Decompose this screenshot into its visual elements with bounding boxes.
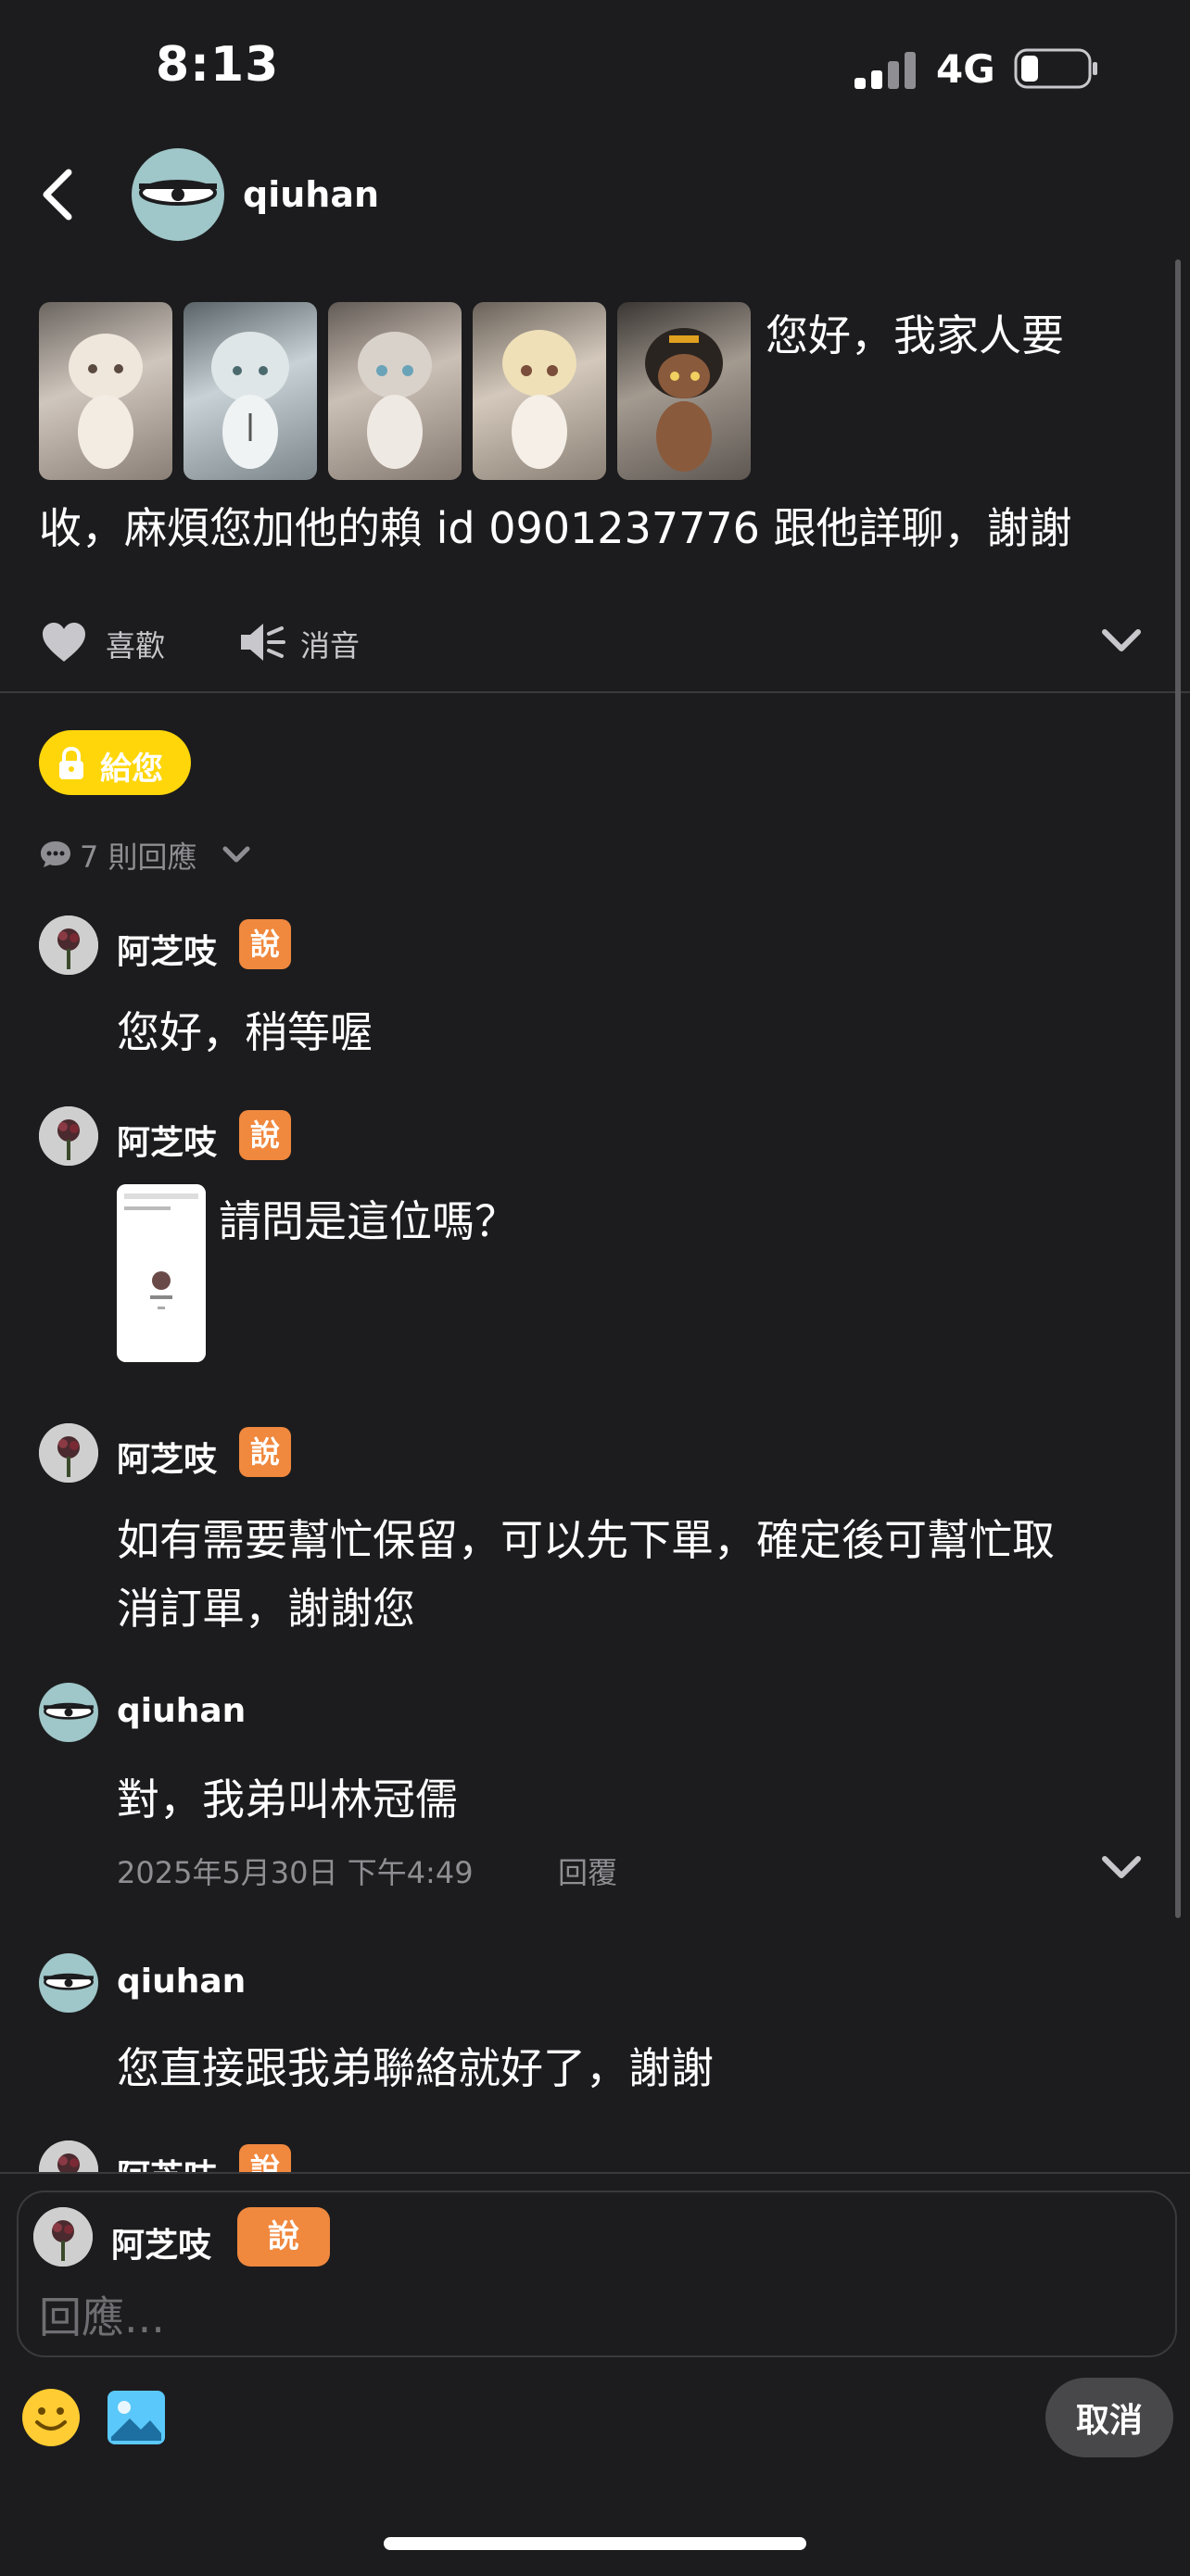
- speaker-mute-icon[interactable]: [237, 619, 285, 665]
- chevron-down-icon[interactable]: [1101, 1853, 1142, 1883]
- like-label[interactable]: 喜歡: [106, 623, 165, 665]
- comment-avatar[interactable]: [39, 1106, 98, 1166]
- comment-avatar[interactable]: [39, 915, 98, 975]
- comment-author[interactable]: 阿芝吱: [117, 1116, 217, 1164]
- comment-text: 您直接跟我弟聯絡就好了，謝謝: [117, 2043, 714, 2093]
- cancel-button[interactable]: 取消: [1045, 2378, 1173, 2457]
- comment-timestamp: 2025年5月30日 下午4:49: [117, 1855, 474, 1890]
- comment-text: 您好，稍等喔: [117, 1007, 373, 1057]
- comment-author[interactable]: qiuhan: [117, 1963, 246, 2001]
- role-badge: 說: [239, 1427, 291, 1477]
- home-indicator: [384, 2537, 806, 2550]
- header-username[interactable]: qiuhan: [243, 174, 379, 215]
- post-text-line2: 收，麻煩您加他的賴 id 0901237776 跟他詳聊，謝謝: [39, 503, 1072, 553]
- comment-author[interactable]: 阿芝吱: [117, 925, 217, 973]
- comment-author[interactable]: 阿芝吱: [117, 1433, 217, 1481]
- divider: [0, 691, 1190, 693]
- post-image-2[interactable]: [184, 302, 317, 480]
- composer-avatar: [33, 2207, 93, 2267]
- reply-link[interactable]: 回覆: [558, 1850, 617, 1892]
- comment-text: 請問是這位嗎？: [219, 1196, 517, 1246]
- chevron-down-icon[interactable]: [222, 845, 250, 865]
- network-type: 4G: [936, 46, 995, 92]
- eye-avatar-icon: [44, 1702, 94, 1720]
- post-image-5[interactable]: [617, 302, 751, 480]
- post-image-4[interactable]: [473, 302, 606, 480]
- heart-icon[interactable]: [41, 621, 87, 663]
- comment-avatar[interactable]: [39, 1423, 98, 1483]
- post-image-3[interactable]: [328, 302, 462, 480]
- comment-text-line2: 消訂單，謝謝您: [117, 1584, 415, 1634]
- eye-avatar-icon: [44, 1973, 94, 1990]
- speech-bubble-icon: [41, 841, 70, 867]
- reply-input[interactable]: [37, 2289, 1153, 2346]
- eye-avatar-icon: [139, 180, 217, 206]
- flower-avatar-icon: [39, 1106, 98, 1166]
- reply-count[interactable]: 7 則回應: [80, 834, 197, 877]
- attached-screenshot[interactable]: [117, 1184, 206, 1362]
- scrollbar[interactable]: [1175, 259, 1181, 1918]
- signal-icon: [855, 52, 916, 89]
- comment-avatar[interactable]: [39, 1953, 98, 2013]
- flower-avatar-icon: [39, 915, 98, 975]
- header-avatar[interactable]: [132, 148, 224, 241]
- mute-label[interactable]: 消音: [300, 623, 360, 665]
- flower-avatar-icon: [39, 1423, 98, 1483]
- private-pill[interactable]: 給您: [39, 730, 191, 795]
- status-time: 8:13: [156, 37, 280, 93]
- comment-text-line1: 如有需要幫忙保留，可以先下單，確定後可幫忙取: [117, 1515, 1055, 1565]
- battery-icon: [1014, 48, 1097, 89]
- lock-icon: [59, 747, 83, 779]
- post-image-1[interactable]: [39, 302, 172, 480]
- comment-author[interactable]: qiuhan: [117, 1692, 246, 1730]
- post-text-line1: 您好，我家人要: [766, 310, 1064, 360]
- chevron-down-icon[interactable]: [1101, 626, 1142, 656]
- role-badge: 說: [239, 919, 291, 969]
- comment-text: 對，我弟叫林冠儒: [117, 1774, 458, 1825]
- composer-author: 阿芝吱: [111, 2227, 212, 2265]
- composer-role-badge[interactable]: 說: [237, 2207, 330, 2267]
- private-pill-label: 給您: [100, 751, 163, 788]
- flower-avatar-icon: [33, 2207, 93, 2267]
- emoji-icon[interactable]: [20, 2387, 82, 2448]
- comment-avatar[interactable]: [39, 1683, 98, 1742]
- image-icon[interactable]: [106, 2389, 167, 2446]
- chevron-left-icon[interactable]: [37, 167, 78, 222]
- role-badge: 說: [239, 1110, 291, 1160]
